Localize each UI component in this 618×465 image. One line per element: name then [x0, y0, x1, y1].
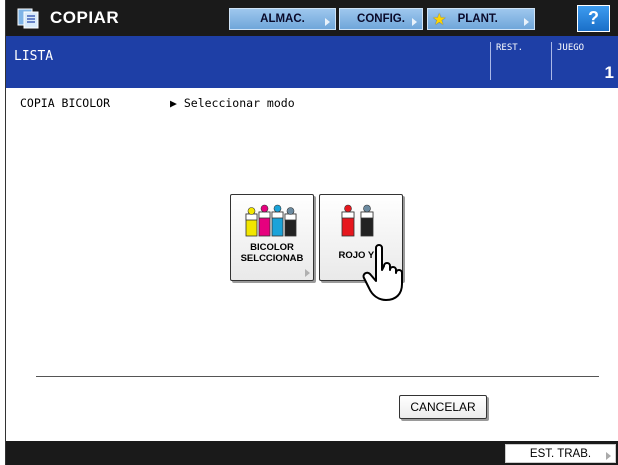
juego-label: JUEGO	[557, 43, 585, 53]
section-divider	[36, 376, 599, 377]
job-status-button[interactable]: EST. TRAB.	[505, 444, 616, 463]
submenu-arrow-icon	[524, 18, 529, 26]
plant-button[interactable]: ★ PLANT.	[427, 8, 535, 30]
almac-button[interactable]: ALMAC.	[229, 8, 336, 30]
top-bar: COPIAR ALMAC. CONFIG. ★ PLANT. ?	[6, 0, 618, 36]
copy-count: 1	[604, 63, 614, 82]
header-divider	[551, 42, 552, 80]
four-toner-bottles-icon	[245, 204, 297, 237]
red-black-toner-icon	[341, 204, 374, 237]
help-button[interactable]: ?	[577, 5, 610, 32]
config-label: CONFIG.	[357, 13, 405, 25]
almac-label: ALMAC.	[260, 13, 305, 25]
bicolor-label-line1: BICOLOR	[250, 242, 294, 253]
config-button[interactable]: CONFIG.	[339, 8, 423, 30]
star-icon: ★	[433, 10, 446, 27]
list-header: LISTA REST. JUEGO 1	[6, 36, 618, 88]
app-title: COPIAR	[50, 8, 120, 27]
list-title: LISTA	[14, 49, 54, 64]
submenu-arrow-icon	[305, 269, 310, 277]
plant-label: PLANT.	[457, 13, 498, 25]
mode-label: COPIA BICOLOR	[20, 96, 111, 110]
bicolor-label-line2: SELCCIONAB	[240, 253, 304, 264]
job-status-label: EST. TRAB.	[529, 447, 592, 460]
header-divider	[490, 42, 491, 80]
submenu-arrow-icon	[412, 18, 417, 26]
copier-icon	[17, 8, 39, 29]
submenu-arrow-icon	[606, 452, 611, 460]
step-instruction: ▶ Seleccionar modo	[170, 96, 295, 110]
pointing-hand-icon	[362, 244, 403, 301]
bicolor-button-label: BICOLOR SELCCIONAB	[231, 242, 313, 264]
cancel-label: CANCELAR	[410, 400, 476, 414]
submenu-arrow-icon	[325, 18, 330, 26]
bicolor-selectable-button[interactable]: BICOLOR SELCCIONAB	[230, 194, 314, 281]
cancel-button[interactable]: CANCELAR	[399, 395, 487, 419]
bottom-bar: EST. TRAB.	[6, 441, 618, 465]
help-icon: ?	[588, 8, 599, 28]
rest-label: REST.	[496, 43, 524, 53]
copier-panel: COPIAR ALMAC. CONFIG. ★ PLANT. ? LISTA R…	[5, 0, 618, 465]
